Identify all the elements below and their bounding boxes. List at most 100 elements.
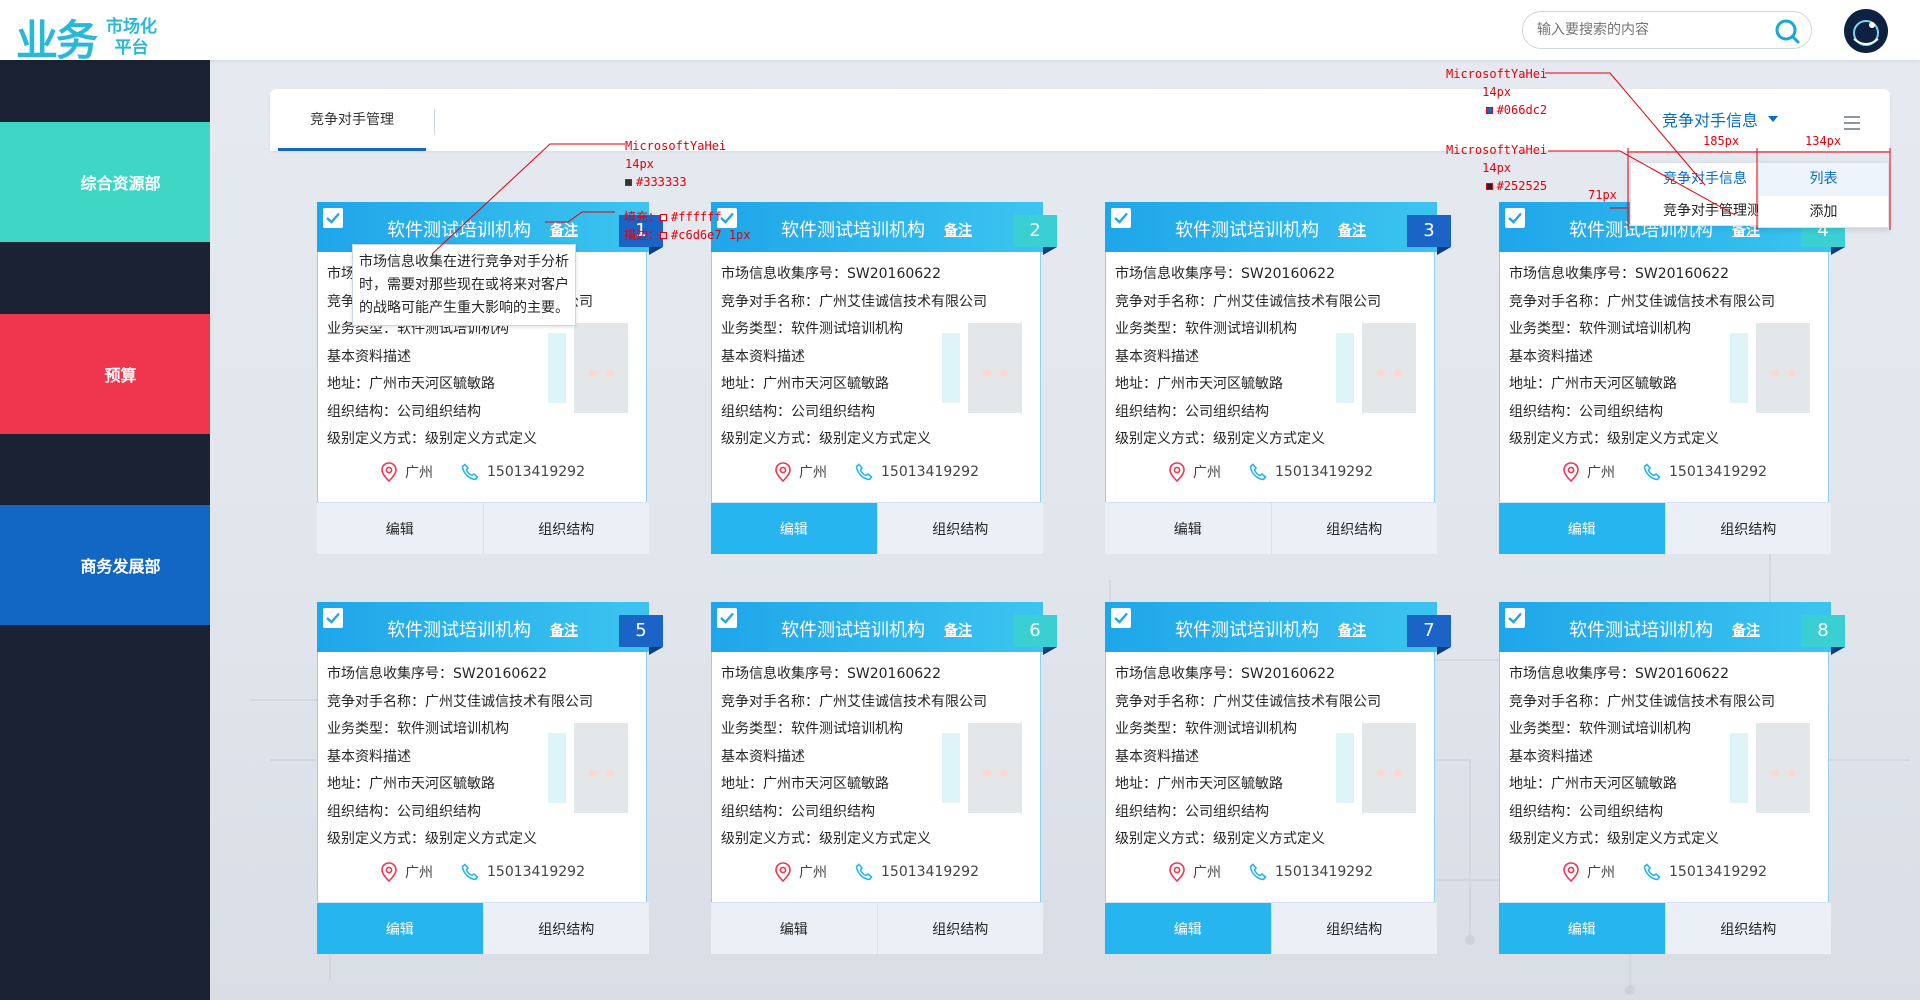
card-field: 基本资料描述 — [1115, 748, 1199, 765]
card-field: 级别定义方式：级别定义方式定义 — [1115, 831, 1325, 847]
card-field: 市场信息收集序号：SW20160622 — [1509, 266, 1729, 282]
sidebar-item-budget[interactable]: 预算 — [0, 314, 241, 448]
avatar[interactable] — [1844, 9, 1888, 53]
competitor-card: 软件测试培训机构 备注 2 市场信息收集序号：SW20160622 竞争对手名称：… — [711, 202, 1057, 554]
phone-icon — [461, 463, 479, 481]
edit-button[interactable]: 编辑 — [317, 503, 483, 554]
card-body: 市场信息收集序号：SW20160622 竞争对手名称：广州艾佳诚信技术有限公司业务… — [327, 661, 637, 854]
card-field: 地址：广州市天河区毓敏路 — [1509, 376, 1677, 392]
dropdown-item-info[interactable]: 竞争对手信息 — [1631, 163, 1763, 195]
card-field: 市场信息收集序号：SW20160622 — [721, 266, 941, 282]
dropdown-item-manage[interactable]: 竞争对手管理测 — [1631, 195, 1763, 227]
competitor-card: 软件测试培训机构 备注 4 市场信息收集序号：SW20160622 竞争对手名称：… — [1499, 202, 1845, 554]
card-field: 地址：广州市天河区毓敏路 — [327, 376, 495, 392]
org-structure-button[interactable]: 组织结构 — [1664, 903, 1831, 954]
card-contact: 广州 15013419292 — [712, 460, 1042, 484]
annotation-dim-134: 134px — [1805, 134, 1842, 148]
org-structure-button[interactable]: 组织结构 — [1270, 503, 1437, 554]
sidebar-item-business-dev[interactable]: 商务发展部 — [0, 505, 241, 639]
card-field: 竞争对手名称：广州艾佳诚信技术有限公司 — [1509, 293, 1775, 310]
card-field: 市场信息收集序号：SW20160622 — [327, 666, 547, 682]
card-note-link[interactable]: 备注 — [944, 620, 972, 640]
edit-button[interactable]: 编辑 — [711, 903, 877, 954]
org-structure-button[interactable]: 组织结构 — [1664, 503, 1831, 554]
card-field: 级别定义方式：级别定义方式定义 — [721, 431, 931, 447]
edit-button[interactable]: 编辑 — [711, 503, 877, 554]
card-note-link[interactable]: 备注 — [550, 220, 578, 240]
card-checkbox[interactable] — [1111, 208, 1131, 228]
card-field: 级别定义方式：级别定义方式定义 — [721, 831, 931, 847]
edit-button[interactable]: 编辑 — [1499, 903, 1665, 954]
edit-button[interactable]: 编辑 — [1105, 903, 1271, 954]
card-city: 广州 — [1169, 862, 1221, 882]
card-title: 软件测试培训机构 — [1175, 620, 1319, 641]
card-note-link[interactable]: 备注 — [1338, 220, 1366, 240]
card-checkbox[interactable] — [717, 608, 737, 628]
edit-button[interactable]: 编辑 — [1105, 503, 1271, 554]
card-field: 竞争对手名称：广州艾佳诚信技术有限公司 — [1115, 693, 1381, 710]
card-field: 地址：广州市天河区毓敏路 — [1509, 776, 1677, 792]
card-city: 广州 — [381, 862, 433, 882]
chevron-down-icon — [1768, 116, 1779, 122]
card-checkbox[interactable] — [323, 208, 343, 228]
org-structure-button[interactable]: 组织结构 — [876, 503, 1043, 554]
dropdown-item-list[interactable]: 列表 — [1759, 163, 1888, 196]
checkmark-icon — [1114, 212, 1128, 224]
card-phone: 15013419292 — [855, 463, 979, 481]
edit-button[interactable]: 编辑 — [1499, 503, 1665, 554]
hamburger-menu-icon[interactable] — [1844, 116, 1860, 130]
card-number-badge: 2 — [1013, 215, 1057, 247]
edit-button[interactable]: 编辑 — [317, 903, 483, 954]
card-body: 市场信息收集序号：SW20160622 竞争对手名称：广州艾佳诚信技术有限公司业务… — [721, 661, 1031, 854]
card-phone: 15013419292 — [1249, 463, 1373, 481]
org-structure-button[interactable]: 组织结构 — [876, 903, 1043, 954]
card-field: 业务类型：软件测试培训机构 — [721, 721, 903, 737]
competitor-info-dropdown[interactable]: 竞争对手信息 — [1662, 107, 1779, 131]
checkmark-icon — [1114, 612, 1128, 624]
card-field: 竞争对手名称：广州艾佳诚信技术有限公司 — [721, 693, 987, 710]
card-checkbox[interactable] — [1111, 608, 1131, 628]
org-structure-button[interactable]: 组织结构 — [482, 503, 649, 554]
card-field: 组织结构：公司组织结构 — [1509, 403, 1663, 420]
org-structure-button[interactable]: 组织结构 — [482, 903, 649, 954]
sidebar-item-resources[interactable]: 综合资源部 — [0, 122, 241, 256]
card-phone-number: 15013419292 — [1669, 864, 1767, 880]
phone-icon — [1249, 863, 1267, 881]
tab-competitor-management[interactable]: 竞争对手管理 — [278, 89, 426, 151]
card-city-label: 广州 — [405, 865, 433, 881]
location-pin-icon — [775, 862, 791, 882]
card-field: 地址：广州市天河区毓敏路 — [721, 376, 889, 392]
card-field: 市场信息收集序号：SW20160622 — [1115, 266, 1335, 282]
card-checkbox[interactable] — [1505, 208, 1525, 228]
card-field: 业务类型：软件测试培训机构 — [1115, 321, 1297, 337]
card-field: 级别定义方式：级别定义方式定义 — [1115, 431, 1325, 447]
org-structure-button[interactable]: 组织结构 — [1270, 903, 1437, 954]
card-note-link[interactable]: 备注 — [550, 620, 578, 640]
card-header: 软件测试培训机构 备注 6 — [711, 602, 1057, 655]
checkmark-icon — [326, 212, 340, 224]
search-input[interactable] — [1537, 20, 1757, 40]
logo[interactable]: 业务 市场化 平台 — [16, 7, 157, 68]
card-note-link[interactable]: 备注 — [944, 220, 972, 240]
card-body: 市场信息收集序号：SW20160622 竞争对手名称：广州艾佳诚信技术有限公司业务… — [1509, 661, 1819, 854]
card-number-fold — [1831, 647, 1845, 655]
card-field: 组织结构：公司组织结构 — [1115, 403, 1269, 420]
card-checkbox[interactable] — [323, 608, 343, 628]
card-note-link[interactable]: 备注 — [1732, 620, 1760, 640]
card-field: 组织结构：公司组织结构 — [1509, 803, 1663, 820]
card-field: 业务类型：软件测试培训机构 — [721, 321, 903, 337]
card-field: 业务类型：软件测试培训机构 — [1509, 321, 1691, 337]
search-icon[interactable] — [1773, 17, 1801, 45]
card-checkbox[interactable] — [1505, 608, 1525, 628]
card-phone-number: 15013419292 — [1669, 464, 1767, 480]
card-field: 竞争对手名称：广州艾佳诚信技术有限公司 — [1509, 693, 1775, 710]
card-number-fold — [649, 247, 663, 255]
card-field: 基本资料描述 — [327, 748, 411, 765]
card-actions: 编辑 组织结构 — [711, 502, 1043, 554]
card-field: 组织结构：公司组织结构 — [327, 403, 481, 420]
card-city-label: 广州 — [405, 465, 433, 481]
dropdown-item-add[interactable]: 添加 — [1759, 196, 1888, 229]
phone-icon — [1643, 463, 1661, 481]
card-note-link[interactable]: 备注 — [1338, 620, 1366, 640]
card-field: 级别定义方式：级别定义方式定义 — [327, 431, 537, 447]
